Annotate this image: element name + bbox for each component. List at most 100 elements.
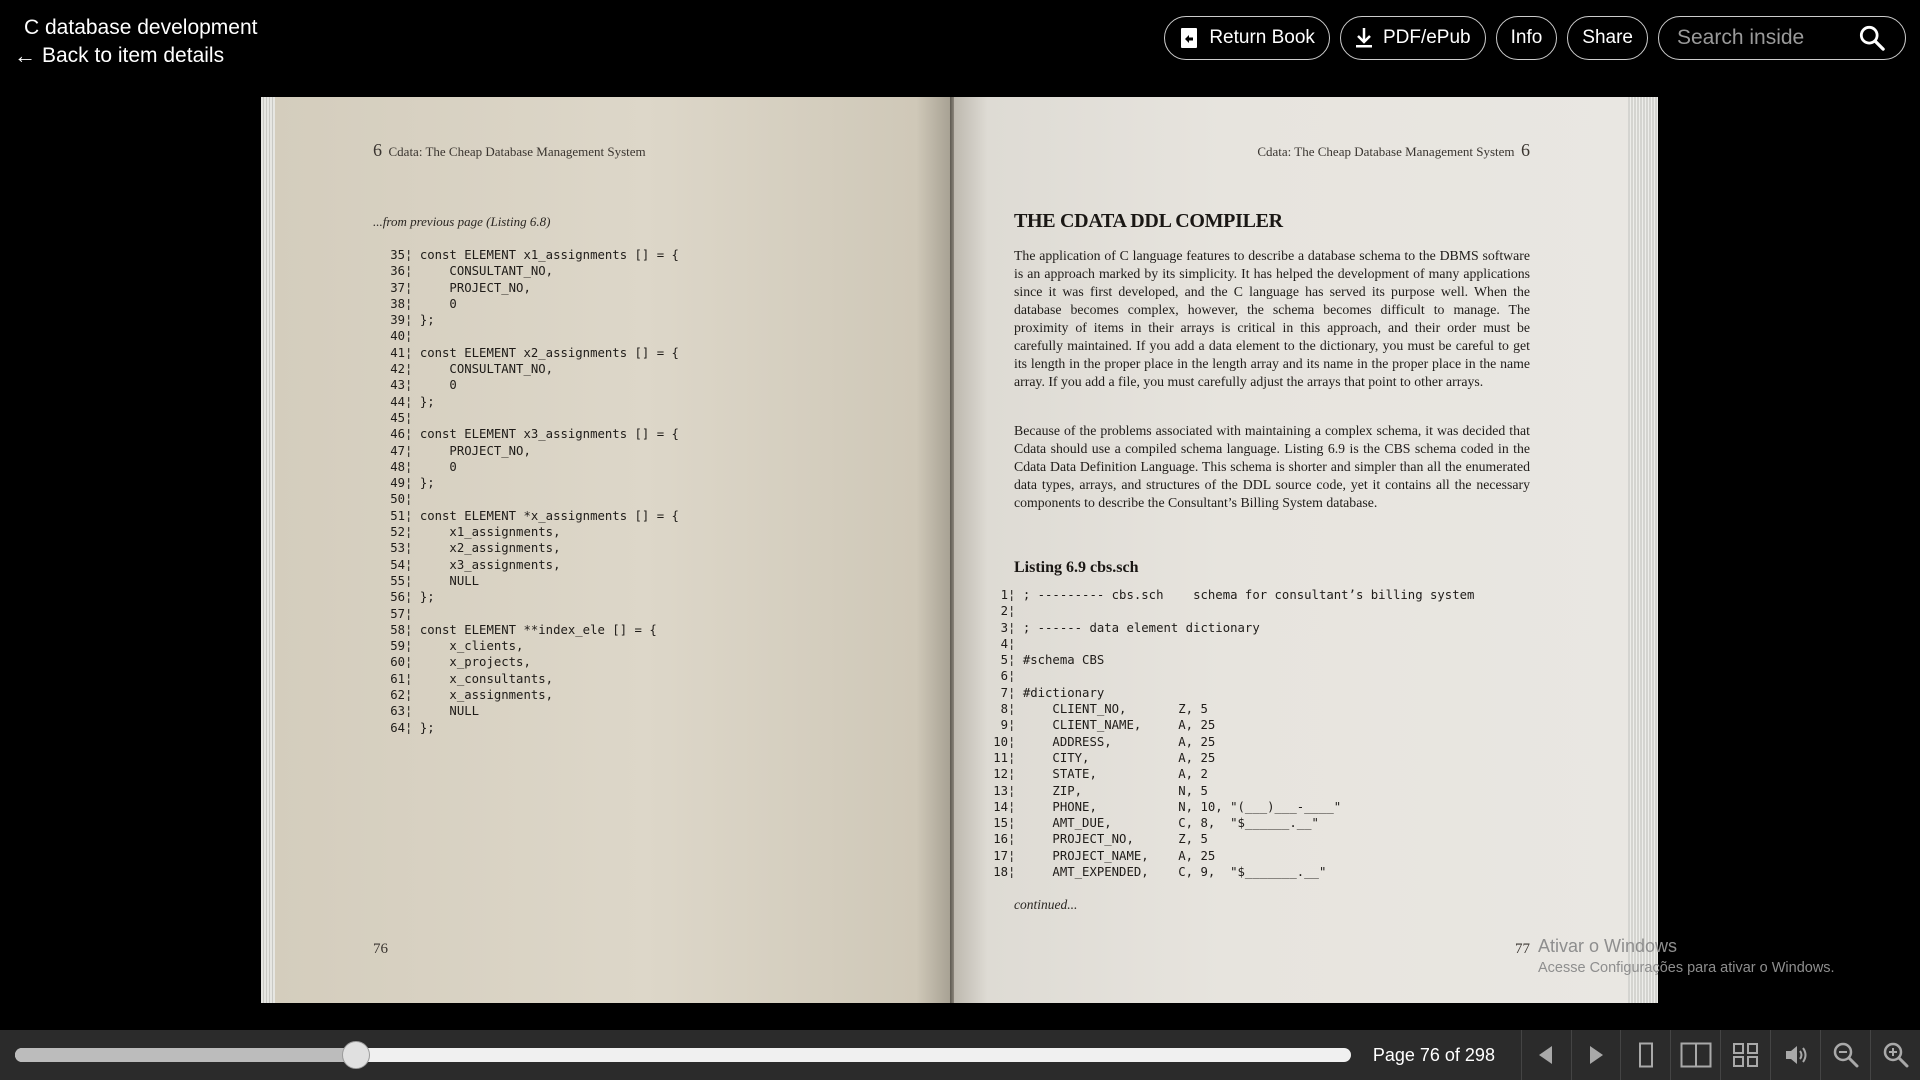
code-line: 48¦ 0	[373, 459, 679, 475]
code-line-number: 64	[390, 720, 405, 735]
code-line: 1¦ ; --------- cbs.sch schema for consul…	[976, 587, 1475, 603]
left-page-number: 76	[373, 941, 388, 957]
code-line-text: ADDRESS, A, 25	[1022, 734, 1216, 749]
right-page-number: 77	[1515, 941, 1530, 957]
right-page[interactable]: Cdata: The Cheap Database Management Sys…	[954, 97, 1628, 1003]
code-line: 49¦ };	[373, 475, 679, 491]
code-line-number: 51	[390, 508, 405, 523]
left-page[interactable]: 6 Cdata: The Cheap Database Management S…	[275, 97, 950, 1003]
code-line-text: };	[419, 476, 435, 491]
code-line-text: 0	[419, 459, 457, 474]
info-button[interactable]: Info	[1495, 16, 1558, 60]
code-line-text: CITY, A, 25	[1022, 750, 1216, 765]
code-line: 9¦ CLIENT_NAME, A, 25	[976, 717, 1474, 733]
next-page-button[interactable]	[1570, 1030, 1621, 1080]
code-line: 53¦ x2_assignments,	[373, 540, 679, 556]
code-line: 14¦ PHONE, N, 10, "(___)___-____"	[976, 799, 1474, 815]
page-slider[interactable]	[15, 1041, 1351, 1069]
zoom-in-icon	[1883, 1042, 1909, 1068]
code-line: 13¦ ZIP, N, 5	[976, 783, 1474, 799]
code-line-text: CLIENT_NO, Z, 5	[1022, 702, 1208, 717]
code-line-text: x_consultants,	[419, 671, 554, 686]
code-line: 18¦ AMT_EXPENDED, C, 9, "$_______.__"	[976, 864, 1474, 880]
code-line-number: 35	[390, 248, 405, 262]
return-book-button[interactable]: Return Book	[1164, 16, 1330, 60]
code-line-number: 10	[993, 734, 1008, 749]
page-edges-right	[1628, 97, 1658, 1003]
code-line-text: STATE, A, 2	[1022, 767, 1208, 782]
code-line: 51¦ const ELEMENT *x_assignments [] = {	[373, 508, 679, 524]
code-line-text: PHONE, N, 10, "(___)___-____"	[1022, 799, 1342, 814]
code-line-number: 3	[1000, 620, 1008, 635]
code-line-text: };	[419, 394, 435, 409]
section-title: THE CDATA DDL COMPILER	[1014, 210, 1283, 232]
paragraph-2: Because of the problems associated with …	[1014, 423, 1530, 510]
code-line-text: CONSULTANT_NO,	[419, 362, 554, 377]
search-icon[interactable]	[1859, 24, 1885, 52]
code-line-number: 16	[993, 832, 1008, 847]
reader-toolbar: Page 76 of 298	[0, 1030, 1920, 1080]
code-line-text: AMT_DUE, C, 8, "$______.__"	[1022, 816, 1319, 831]
code-line-number: 38	[390, 296, 405, 311]
code-line: 63¦ NULL	[373, 703, 679, 719]
code-line-number: 44	[390, 394, 405, 409]
code-line: 46¦ const ELEMENT x3_assignments [] = {	[373, 426, 679, 442]
code-line-number: 5	[1000, 653, 1008, 668]
code-line-number: 57	[390, 606, 405, 621]
code-line-number: 17	[993, 848, 1008, 863]
page-edges-left	[261, 97, 275, 1003]
page-indicator: Page 76 of 298	[1372, 1044, 1495, 1065]
code-line: 55¦ NULL	[373, 573, 679, 589]
watermark-line-1: Ativar o Windows	[1538, 936, 1678, 956]
info-label: Info	[1510, 27, 1543, 48]
thumbnail-view-button[interactable]	[1720, 1030, 1770, 1080]
zoom-out-button[interactable]	[1820, 1030, 1870, 1080]
code-line-number: 2	[1000, 604, 1008, 619]
page-slider-handle[interactable]	[341, 1041, 370, 1069]
continued-note: continued...	[1014, 897, 1078, 912]
thumbnail-view-icon	[1732, 1043, 1758, 1067]
code-line-number: 55	[390, 573, 405, 588]
read-aloud-button[interactable]	[1770, 1030, 1820, 1080]
code-line: 40¦	[373, 328, 679, 344]
left-arrow-icon: ←	[14, 43, 36, 68]
code-line-number: 7	[1000, 685, 1008, 700]
paragraph-1: The application of C language features t…	[1014, 248, 1530, 389]
code-line-number: 1	[1000, 588, 1008, 602]
one-page-view-button[interactable]	[1620, 1030, 1670, 1080]
prev-page-icon	[1539, 1046, 1553, 1064]
code-line-number: 52	[390, 525, 405, 540]
code-line-text: #dictionary	[1022, 685, 1105, 700]
search-inside-field[interactable]	[1658, 16, 1906, 60]
code-line: 36¦ CONSULTANT_NO,	[373, 263, 679, 279]
code-line-text: const ELEMENT *x_assignments [] = {	[419, 508, 679, 523]
code-line-text: PROJECT_NAME, A, 25	[1022, 848, 1216, 863]
back-to-item-details-link[interactable]: ← Back to item details	[14, 42, 258, 69]
left-running-head: 6 Cdata: The Cheap Database Management S…	[373, 140, 646, 161]
download-label: PDF/ePub	[1382, 27, 1471, 48]
prev-page-button[interactable]	[1520, 1030, 1571, 1080]
listing-6-9-code: 1¦ ; --------- cbs.sch schema for consul…	[976, 587, 1474, 880]
code-line-number: 12	[993, 767, 1008, 782]
code-line-text: 0	[419, 378, 457, 393]
code-line-number: 59	[390, 639, 405, 654]
download-pdf-epub-button[interactable]: PDF/ePub	[1339, 16, 1486, 60]
zoom-in-button[interactable]	[1870, 1030, 1920, 1080]
code-line-number: 40	[390, 329, 405, 344]
code-line: 44¦ };	[373, 394, 679, 410]
left-running-head-text: Cdata: The Cheap Database Management Sys…	[388, 144, 646, 159]
code-line: 38¦ 0	[373, 296, 679, 312]
code-line-number: 11	[993, 750, 1008, 765]
return-book-icon	[1181, 28, 1198, 48]
code-line-text: PROJECT_NO, Z, 5	[1022, 832, 1208, 847]
share-button[interactable]: Share	[1567, 16, 1648, 60]
listing-6-8-code: 35¦ const ELEMENT x1_assignments [] = {3…	[373, 247, 679, 736]
search-inside-input[interactable]	[1675, 25, 1859, 51]
two-page-view-button[interactable]	[1670, 1030, 1720, 1080]
code-line-text: ; --------- cbs.sch schema for consultan…	[1022, 588, 1475, 602]
code-line-text: };	[419, 720, 435, 735]
code-line: 3¦ ; ------ data element dictionary	[976, 620, 1474, 636]
code-line-text: x3_assignments,	[419, 557, 561, 572]
listing-title: Listing 6.9 cbs.sch	[1014, 559, 1139, 576]
code-line-text: x2_assignments,	[419, 541, 561, 556]
